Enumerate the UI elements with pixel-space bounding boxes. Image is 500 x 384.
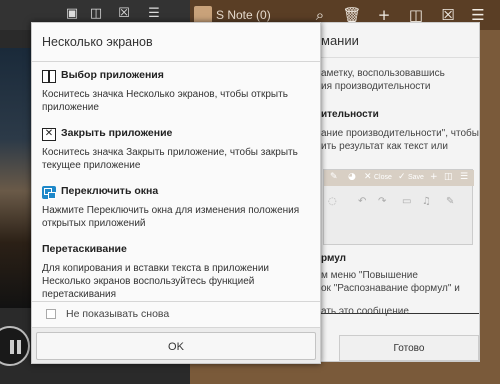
button-bar: OK xyxy=(32,327,320,363)
mic-icon: ♫ xyxy=(422,196,431,207)
preview-tools-row: ◌ ↶ ↷ ▭ ♫ ✎ xyxy=(324,196,474,212)
divider xyxy=(319,57,479,58)
ok-button[interactable]: OK xyxy=(36,332,316,360)
preview-close-label: Close xyxy=(374,174,392,181)
window-split-icon xyxy=(42,70,56,83)
check-icon: ✓ xyxy=(398,172,406,182)
eraser-icon: ◌ xyxy=(328,196,337,207)
section-text: Для копирования и вставки текста в прило… xyxy=(42,263,270,300)
close-window-icon[interactable]: ☒ xyxy=(116,6,132,22)
formula-dialog-text: ок "Распознавание формул" и xyxy=(321,283,460,294)
switch-windows-icon xyxy=(42,186,56,199)
formula-dialog-title: мании xyxy=(321,33,359,48)
menu-icon: ☰ xyxy=(460,172,469,182)
redo-icon: ↷ xyxy=(378,196,387,207)
section-title: Выбор приложения xyxy=(61,69,164,81)
snote-title: S Note (0) xyxy=(216,8,271,22)
undo-icon: ↶ xyxy=(358,196,367,207)
section-title: Перетаскивание xyxy=(42,243,127,255)
preview-toolbar: ✎ ◕ ✕ Close ✓ Save + ◫ ☰ xyxy=(324,170,474,186)
formula-dialog-header: ительности xyxy=(321,109,379,120)
formula-dialog-header: рмул xyxy=(321,253,347,264)
section-text: Коснитесь значка Несколько экранов, чтоб… xyxy=(42,89,288,113)
dont-show-again-row[interactable]: Не показывать снова xyxy=(42,307,312,323)
split-screen-icon: ◫ xyxy=(444,172,453,182)
pencil-icon: ✎ xyxy=(446,196,455,207)
add-icon: + xyxy=(430,172,438,182)
preview-save-label: Save xyxy=(408,174,424,181)
formula-dialog-text: ание производительности", чтобы xyxy=(321,128,479,139)
section-title: Переключить окна xyxy=(61,185,159,197)
multi-window-dialog: Несколько экранов Выбор приложения Косни… xyxy=(31,22,321,364)
formula-help-dialog: мании аметку, воспользовавшись ия произв… xyxy=(318,22,480,362)
formula-dialog-text: аметку, воспользовавшись xyxy=(321,68,445,79)
split-screen-icon[interactable]: ◫ xyxy=(88,6,104,22)
window-icon[interactable]: ▣ xyxy=(64,6,80,22)
section-text: Нажмите Переключить окна для изменения п… xyxy=(42,205,300,229)
dont-show-again-checkbox[interactable] xyxy=(46,309,56,319)
image-icon: ▭ xyxy=(402,196,412,207)
section-title: Закрыть приложение xyxy=(61,127,173,139)
section-close-app: ✕ Закрыть приложение Коснитесь значка За… xyxy=(42,127,312,172)
dont-show-again-label[interactable]: Не показывать снова xyxy=(66,308,169,320)
section-switch-windows: Переключить окна Нажмите Переключить окн… xyxy=(42,185,312,230)
pen-icon: ✎ xyxy=(330,172,338,182)
formula-dialog-text: ить результат как текст или xyxy=(321,141,448,152)
menu-icon[interactable]: ☰ xyxy=(146,6,162,22)
section-text: Коснитесь значка Закрыть приложение, что… xyxy=(42,147,298,171)
palette-icon: ◕ xyxy=(348,172,356,182)
formula-dialog-text: ия производительности xyxy=(321,81,431,92)
formula-dialog-text: м меню "Повышение xyxy=(321,270,418,281)
close-icon: ✕ xyxy=(364,172,372,182)
section-select-app: Выбор приложения Коснитесь значка Нескол… xyxy=(42,69,312,114)
done-button[interactable]: Готово xyxy=(339,335,479,361)
snote-toolbar-preview: ✎ ◕ ✕ Close ✓ Save + ◫ ☰ ◌ ↶ ↷ ▭ ♫ ✎ xyxy=(323,169,474,245)
pause-button[interactable] xyxy=(0,326,30,366)
close-window-icon: ✕ xyxy=(42,128,56,141)
divider xyxy=(32,301,320,302)
formula-dialog-checkbox-label: ать это сообщение xyxy=(321,306,409,317)
divider xyxy=(32,61,320,62)
dialog-title: Несколько экранов xyxy=(42,35,153,49)
section-drag-drop: Перетаскивание Для копирования и вставки… xyxy=(42,243,312,301)
